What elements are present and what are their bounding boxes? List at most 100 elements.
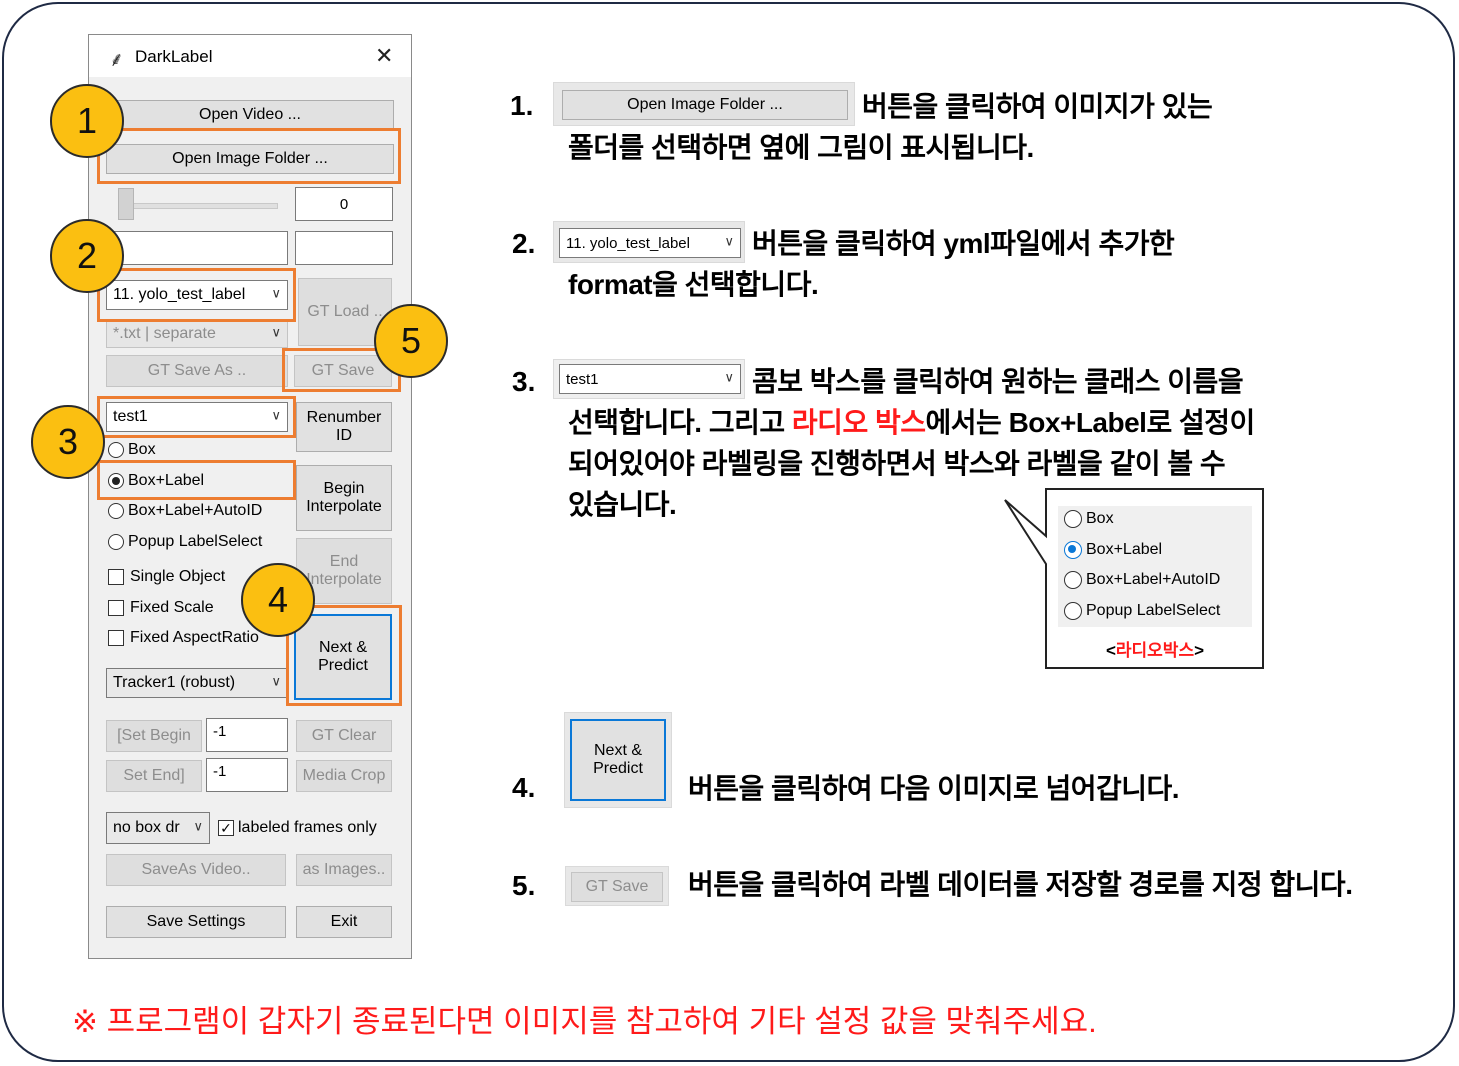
as-images-button[interactable]: as Images.. bbox=[296, 854, 392, 886]
step-number-2: 2. bbox=[512, 228, 536, 259]
box-draw-combo[interactable]: no box dr ∨ bbox=[106, 812, 210, 844]
checkbox[interactable] bbox=[108, 630, 124, 646]
box-draw-combo-value: no box dr bbox=[113, 819, 180, 836]
blank-field-right[interactable] bbox=[295, 231, 393, 265]
checkbox[interactable] bbox=[108, 569, 124, 585]
blank-field-left[interactable] bbox=[106, 231, 288, 265]
save-format-combo-value: *.txt | separate bbox=[113, 325, 216, 342]
checkbox-label: Single Object bbox=[130, 568, 226, 585]
radio-label: Box+Label+AutoID bbox=[128, 502, 263, 519]
caption-bracket-left: < bbox=[1105, 641, 1116, 660]
window-title: DarkLabel bbox=[135, 47, 213, 66]
step3-chip: test1 ∨ bbox=[553, 359, 745, 399]
checkbox-single-object[interactable]: Single Object bbox=[108, 568, 225, 586]
radio-label: Popup LabelSelect bbox=[128, 533, 263, 550]
set-end-button[interactable]: Set End] bbox=[106, 760, 202, 792]
radio-box[interactable]: Box bbox=[108, 441, 156, 459]
step3-line2-part-a: 선택합니다. 그리고 bbox=[568, 407, 792, 438]
caption-bracket-right: > bbox=[1194, 641, 1205, 660]
radio-label: Popup LabelSelect bbox=[1086, 602, 1221, 619]
radio-label: Box+Label bbox=[1086, 541, 1163, 558]
highlight-open-image-folder bbox=[97, 128, 401, 184]
radio-button[interactable] bbox=[108, 442, 124, 458]
radio-button[interactable] bbox=[108, 534, 124, 550]
checkbox-label: labeled frames only bbox=[238, 819, 377, 836]
frame-slider-track[interactable] bbox=[126, 203, 278, 209]
radio-box-label-autoid[interactable]: Box+Label+AutoID bbox=[108, 502, 262, 520]
begin-interpolate-button[interactable]: Begin Interpolate bbox=[296, 465, 392, 531]
radio-label: Box+Label+AutoID bbox=[1086, 571, 1221, 588]
step3-class-combo: test1 ∨ bbox=[559, 364, 741, 394]
title-bar: ⸙ DarkLabel ✕ bbox=[89, 35, 411, 77]
radio-popup-labelselect[interactable]: Popup LabelSelect bbox=[108, 533, 262, 551]
save-as-video-button[interactable]: SaveAs Video.. bbox=[106, 854, 286, 886]
step5-chip: GT Save bbox=[565, 866, 669, 906]
radio-label: Box bbox=[1086, 510, 1114, 527]
step1-line2: 폴더를 선택하면 옆에 그림이 표시됩니다. bbox=[568, 132, 1034, 163]
radio-button bbox=[1064, 510, 1082, 528]
checkbox-fixed-aspectratio[interactable]: Fixed AspectRatio bbox=[108, 629, 259, 647]
step3-line2: 선택합니다. 그리고 라디오 박스에서는 Box+Label로 설정이 bbox=[568, 402, 1255, 443]
highlight-box-label-radio bbox=[97, 460, 296, 500]
step-badge-1: 1 bbox=[50, 84, 124, 158]
step3-line3: 되어있어야 라벨링을 진행하면서 박스와 라벨을 같이 볼 수 bbox=[568, 448, 1226, 479]
callout-radio-box-label: Box+Label bbox=[1064, 541, 1162, 559]
checkbox-checked[interactable]: ✓ bbox=[218, 820, 234, 836]
caption-text: 라디오박스 bbox=[1115, 641, 1195, 660]
step3-radio-box-highlight: 라디오 박스 bbox=[791, 407, 926, 438]
radio-button bbox=[1064, 602, 1082, 620]
step-number-3: 3. bbox=[512, 366, 536, 397]
radio-button bbox=[1064, 571, 1082, 589]
step5-gt-save-button: GT Save bbox=[571, 872, 663, 902]
step4-line1: 버튼을 클릭하여 다음 이미지로 넘어갑니다. bbox=[688, 773, 1180, 804]
callout-radio-box: Box bbox=[1064, 510, 1114, 528]
app-icon: ⸙ bbox=[109, 49, 124, 71]
gt-clear-button[interactable]: GT Clear bbox=[296, 720, 392, 752]
checkbox[interactable] bbox=[108, 600, 124, 616]
media-crop-button[interactable]: Media Crop bbox=[296, 760, 392, 792]
callout-radio-autoid: Box+Label+AutoID bbox=[1064, 571, 1220, 589]
save-format-combo[interactable]: *.txt | separate ∨ bbox=[106, 320, 288, 348]
renumber-id-button[interactable]: Renumber ID bbox=[296, 402, 392, 452]
set-begin-button[interactable]: [Set Begin bbox=[106, 720, 202, 752]
step1-open-image-folder-button: Open Image Folder ... bbox=[562, 90, 848, 120]
step-badge-2: 2 bbox=[50, 219, 124, 293]
exit-button[interactable]: Exit bbox=[296, 906, 392, 938]
step4-chip: Next & Predict bbox=[564, 712, 672, 808]
step2-format-combo: 11. yolo_test_label ∨ bbox=[559, 228, 741, 258]
step1-line1: 버튼을 클릭하여 이미지가 있는 bbox=[862, 91, 1213, 122]
callout-caption: <라디오박스> bbox=[1046, 636, 1264, 661]
step1-chip: Open Image Folder ... bbox=[553, 82, 855, 126]
set-begin-field[interactable]: -1 bbox=[206, 718, 288, 752]
checkbox-label: Fixed Scale bbox=[130, 599, 214, 616]
checkbox-labeled-frames-only[interactable]: ✓ labeled frames only bbox=[218, 819, 377, 837]
checkbox-label: Fixed AspectRatio bbox=[130, 629, 259, 646]
highlight-class-combo bbox=[97, 396, 296, 438]
step-badge-5: 5 bbox=[374, 304, 448, 378]
step2-combo-value: 11. yolo_test_label bbox=[566, 234, 690, 252]
step5-line1: 버튼을 클릭하여 라벨 데이터를 저장할 경로를 지정 합니다. bbox=[688, 869, 1353, 900]
save-settings-button[interactable]: Save Settings bbox=[106, 906, 286, 938]
step-number-5: 5. bbox=[512, 870, 536, 901]
footer-note: ※ 프로그램이 갑자기 종료된다면 이미지를 참고하여 기타 설정 값을 맞춰주… bbox=[72, 1004, 1097, 1039]
chevron-down-icon: ∨ bbox=[724, 233, 734, 249]
open-video-button[interactable]: Open Video ... bbox=[106, 100, 394, 130]
tracker-combo-value: Tracker1 (robust) bbox=[113, 674, 236, 691]
frame-slider-thumb[interactable] bbox=[118, 188, 134, 220]
chevron-down-icon: ∨ bbox=[271, 324, 281, 340]
checkbox-fixed-scale[interactable]: Fixed Scale bbox=[108, 599, 214, 617]
chevron-down-icon: ∨ bbox=[193, 818, 203, 834]
highlight-format-combo bbox=[97, 268, 296, 322]
frame-number-field[interactable]: 0 bbox=[295, 187, 393, 221]
step3-line1: 콤보 박스를 클릭하여 원하는 클래스 이름을 bbox=[752, 366, 1244, 397]
step3-line2-part-b: 에서는 Box+Label로 설정이 bbox=[925, 407, 1256, 438]
set-end-field[interactable]: -1 bbox=[206, 758, 288, 792]
step2-line1: 버튼을 클릭하여 yml파일에서 추가한 bbox=[752, 228, 1175, 259]
gt-save-as-button[interactable]: GT Save As .. bbox=[106, 355, 288, 387]
step-number-4: 4. bbox=[512, 772, 536, 803]
tracker-combo[interactable]: Tracker1 (robust) ∨ bbox=[106, 668, 288, 698]
step3-line4: 있습니다. bbox=[568, 489, 677, 520]
step4-next-predict-button: Next & Predict bbox=[570, 719, 666, 801]
close-icon[interactable]: ✕ bbox=[375, 43, 393, 69]
radio-button[interactable] bbox=[108, 503, 124, 519]
